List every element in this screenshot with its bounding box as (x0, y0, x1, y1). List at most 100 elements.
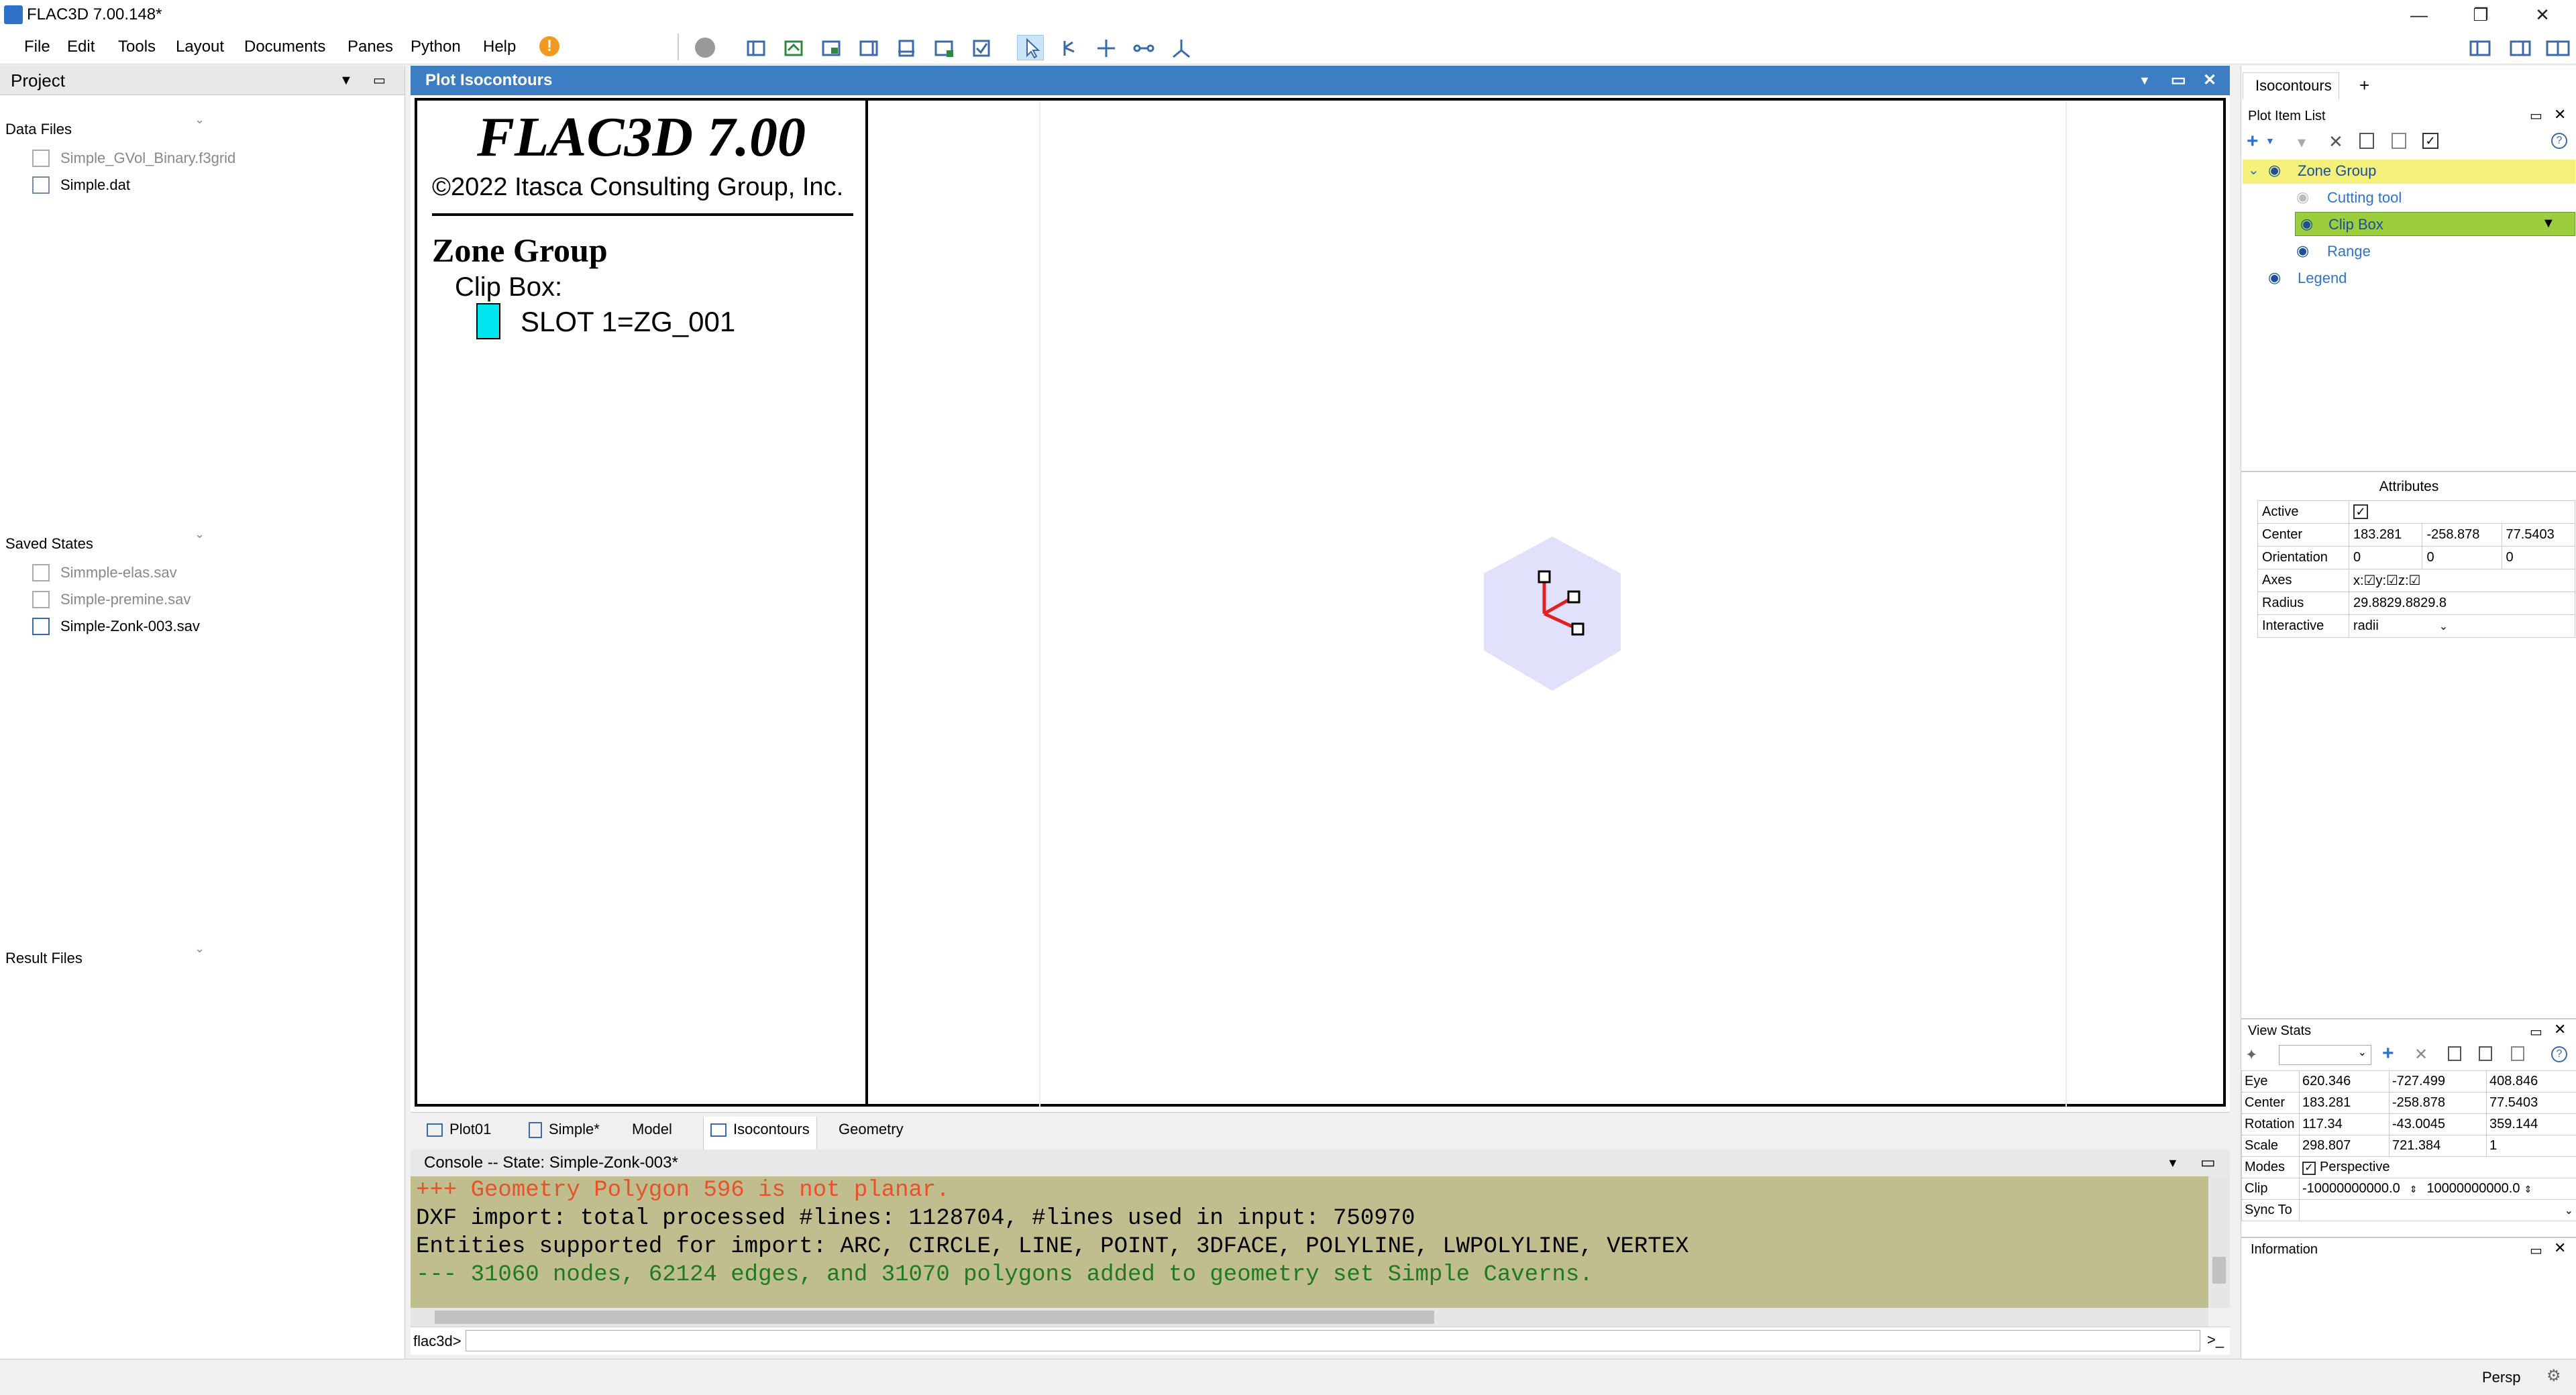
menu-file[interactable]: File (24, 38, 50, 56)
console-menu-chevron-icon[interactable]: ▼ (2167, 1150, 2179, 1176)
active-checkbox[interactable]: ✓ (2353, 504, 2368, 519)
3d-view[interactable] (868, 98, 2226, 1107)
lock-icon[interactable] (2448, 1046, 2461, 1061)
pane-close-icon[interactable]: ✕ (2554, 1021, 2566, 1038)
visibility-eye-icon[interactable]: ◉ (2300, 215, 2313, 233)
visibility-eye-icon[interactable]: ◉ (2296, 242, 2309, 260)
stat-value[interactable]: 620.346 (2299, 1070, 2390, 1093)
record-icon[interactable] (695, 38, 715, 58)
paste-icon[interactable] (2511, 1046, 2524, 1061)
stat-value[interactable]: 721.384 (2388, 1135, 2487, 1157)
minimize-button[interactable]: — (2388, 0, 2450, 31)
paste-icon[interactable] (2392, 133, 2406, 149)
expand-chevron-icon[interactable]: ⌄ (2248, 162, 2259, 178)
console-float-icon[interactable]: ▭ (2200, 1150, 2216, 1176)
delete-icon[interactable]: ✕ (2328, 131, 2343, 152)
axes-tool-icon[interactable] (1167, 35, 1194, 60)
interactive-select[interactable]: radii ⌄ (2349, 614, 2575, 638)
console-command-input[interactable] (466, 1330, 2200, 1351)
add-view-icon[interactable]: + (2382, 1042, 2394, 1065)
pane-float-icon[interactable]: ▭ (2530, 107, 2542, 124)
plot-menu-chevron-icon[interactable]: ▼ (2139, 66, 2151, 95)
state-item[interactable]: Simple-Zonk-003.sav (32, 618, 200, 635)
console-vertical-scrollbar[interactable] (2208, 1176, 2230, 1308)
restore-button[interactable]: ❐ (2450, 0, 2512, 31)
file-item[interactable]: Simple_GVol_Binary.f3grid (32, 150, 235, 167)
menu-edit[interactable]: Edit (67, 38, 95, 56)
stat-value[interactable]: -727.499 (2388, 1070, 2487, 1093)
stat-value[interactable]: 77.5403 (2485, 1092, 2576, 1114)
perspective-checkbox[interactable]: ✓ (2302, 1162, 2316, 1175)
stat-value[interactable]: 117.34 (2299, 1113, 2390, 1135)
console-output[interactable]: +++ Geometry Polygon 596 is not planar. … (411, 1176, 2208, 1308)
pan-tool-icon[interactable] (1092, 35, 1119, 60)
tree-item-range[interactable]: Range (2327, 243, 2371, 260)
menu-documents[interactable]: Documents (244, 38, 325, 56)
tree-item-clip-box[interactable]: Clip Box (2328, 216, 2383, 233)
copy-icon[interactable] (2479, 1046, 2492, 1061)
layout-3-icon[interactable] (817, 35, 844, 60)
pane-layout-3-icon[interactable] (2544, 35, 2571, 60)
collapse-chevron-icon[interactable]: ⌄ (195, 527, 205, 541)
console-horizontal-scrollbar[interactable] (411, 1308, 2208, 1327)
dropdown-chevron-icon[interactable]: ▼ (2542, 216, 2555, 231)
stat-value[interactable]: 408.846 (2485, 1070, 2576, 1093)
view-preset-select[interactable]: ⌄ (2279, 1045, 2371, 1065)
pane-close-icon[interactable]: ✕ (2554, 1239, 2566, 1257)
orientation-dd[interactable]: 0 (2422, 546, 2502, 569)
copy-icon[interactable] (2359, 133, 2374, 149)
visibility-eye-icon[interactable]: ◉ (2268, 269, 2281, 286)
scroll-thumb[interactable] (435, 1310, 1434, 1324)
center-z[interactable]: 77.5403 (2501, 523, 2575, 547)
axes-checkboxes[interactable]: x:☑y:☑z:☑ (2349, 569, 2575, 592)
stat-value[interactable]: 1 (2485, 1135, 2576, 1157)
tab-simple[interactable]: Simple* (529, 1121, 600, 1139)
stat-value[interactable]: -258.878 (2388, 1092, 2487, 1114)
menu-python[interactable]: Python (411, 38, 461, 56)
layout-2-icon[interactable] (780, 35, 806, 60)
tree-item-legend[interactable]: Legend (2298, 270, 2347, 287)
clip-box-widget[interactable] (1472, 530, 1633, 704)
layout-4-icon[interactable] (855, 35, 881, 60)
menu-help[interactable]: Help (483, 38, 516, 56)
help-icon[interactable]: ? (2551, 1046, 2567, 1062)
pane-float-icon[interactable]: ▭ (2530, 1242, 2542, 1259)
saved-states-heading[interactable]: Saved States (5, 535, 93, 553)
run-command-button[interactable]: >_ (2207, 1331, 2224, 1349)
stat-value[interactable]: 298.807 (2299, 1135, 2390, 1157)
close-window-button[interactable]: ✕ (2512, 0, 2573, 31)
wand-icon[interactable]: ✦ (2245, 1046, 2257, 1064)
plot-float-icon[interactable]: ▭ (2171, 66, 2186, 95)
clip-fields[interactable]: -10000000000.0 ⇕ 10000000000.0 ⇕ (2299, 1178, 2576, 1200)
clip-far[interactable]: 10000000000.0 (2426, 1181, 2520, 1196)
pane-float-icon[interactable]: ▭ (373, 66, 386, 95)
clip-near[interactable]: -10000000000.0 (2302, 1181, 2400, 1196)
menu-panes[interactable]: Panes (347, 38, 393, 56)
select-pointer-icon[interactable] (1017, 35, 1044, 60)
visibility-eye-icon[interactable]: ◉ (2296, 188, 2309, 206)
tab-isocontours-control[interactable]: Isocontours (2243, 72, 2339, 99)
stat-value[interactable]: 183.281 (2299, 1092, 2390, 1114)
add-item-icon[interactable]: + (2247, 130, 2259, 153)
rotate-tool-icon[interactable] (1055, 35, 1081, 60)
tab-isocontours[interactable]: Isocontours (703, 1117, 817, 1150)
export-icon[interactable] (930, 35, 957, 60)
print-icon[interactable] (892, 35, 919, 60)
tree-item-zone-group[interactable]: Zone Group (2298, 162, 2376, 180)
file-item[interactable]: Simple.dat (32, 176, 130, 194)
checkbox-icon[interactable] (967, 35, 994, 60)
center-y[interactable]: -258.878 (2422, 523, 2502, 547)
sync-to-select[interactable]: ⌄ (2299, 1199, 2576, 1221)
state-item[interactable]: Simple-premine.sav (32, 591, 191, 608)
state-item[interactable]: Simmple-elas.sav (32, 564, 177, 581)
add-item-chevron-icon[interactable]: ▼ (2265, 135, 2275, 146)
result-files-heading[interactable]: Result Files (5, 950, 83, 967)
orientation-roll[interactable]: 0 (2501, 546, 2575, 569)
visibility-eye-icon[interactable]: ◉ (2268, 162, 2281, 179)
pane-menu-chevron-icon[interactable]: ▼ (339, 66, 353, 95)
collapse-chevron-icon[interactable]: ⌄ (195, 113, 205, 127)
measure-tool-icon[interactable] (1130, 35, 1157, 60)
orientation-dip[interactable]: 0 (2348, 546, 2423, 569)
pane-close-icon[interactable]: ✕ (2554, 106, 2566, 123)
settings-gear-icon[interactable]: ⚙ (2546, 1366, 2561, 1386)
